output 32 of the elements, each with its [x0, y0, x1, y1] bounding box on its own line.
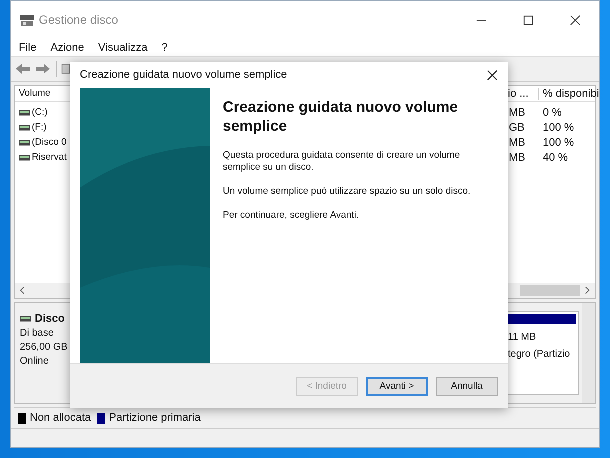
dialog-text: Questa procedura guidata consente di creare un volume semplice su un disco. — [223, 150, 462, 174]
table-cell-text: 40 % — [542, 152, 570, 164]
table-cell-text: MB — [509, 106, 526, 118]
disk-status: Online — [20, 356, 50, 367]
table-cell-text: GB — [509, 122, 526, 134]
table-cell: (F:) — [32, 122, 47, 133]
dialog-button[interactable]: Annulla — [436, 376, 498, 396]
table-cell: (Disco 0 — [32, 137, 67, 148]
legend-label: Non allocata — [30, 412, 92, 424]
dialog-text: Un volume semplice può utilizzare spazio su un solo disco. — [223, 186, 472, 198]
table-cell-text: 0 % — [542, 106, 563, 118]
partition-size: 11 MB — [507, 331, 538, 343]
table-cell-text: MB — [509, 152, 526, 164]
table-cell-text: MB — [509, 136, 526, 148]
dialog-heading: Creazione guidata nuovo volume semplice — [223, 98, 460, 136]
menu-item[interactable]: Visualizza — [98, 42, 148, 54]
menu-item[interactable]: Azione — [50, 42, 84, 54]
dialog-button[interactable]: Avanti > — [366, 376, 428, 396]
disk-name: Disco — [35, 313, 65, 325]
menu-item[interactable]: File — [19, 42, 37, 54]
legend-label: Partizione primaria — [109, 412, 201, 424]
partition-status: tegro (Partizio — [507, 348, 572, 360]
menu-item[interactable]: ? — [162, 42, 168, 54]
table-cell-text: 100 % — [542, 136, 576, 148]
table-cell: (C:) — [32, 107, 48, 118]
table-cell: Riservat — [32, 152, 67, 163]
dialog-text: Per continuare, scegliere Avanti. — [223, 210, 360, 222]
disk-size: 256,00 GB — [20, 342, 69, 353]
window-title: Gestione disco — [39, 13, 118, 27]
table-cell-text: 100 % — [542, 122, 576, 134]
disk-type: Di base — [20, 328, 55, 339]
dialog-title: Creazione guidata nuovo volume semplice — [80, 69, 288, 81]
